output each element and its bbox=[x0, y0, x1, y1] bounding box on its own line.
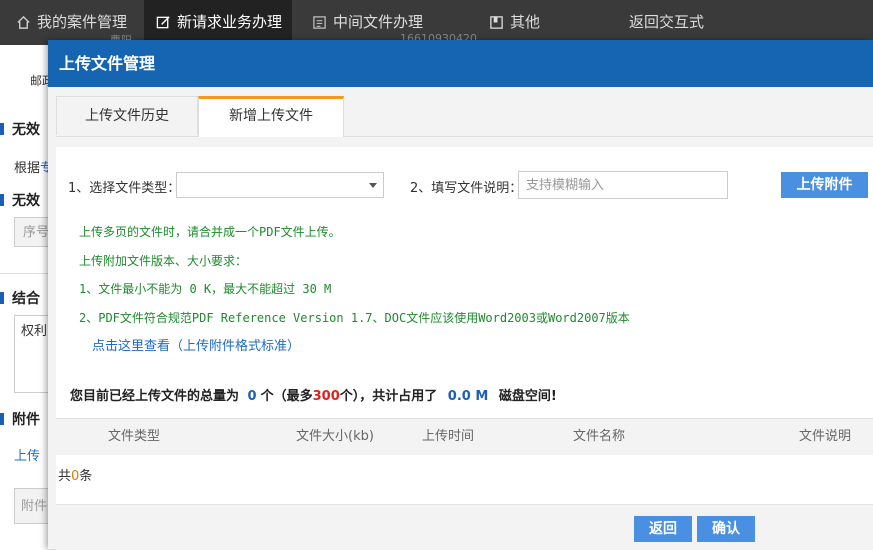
col-file-type[interactable]: 文件类型 bbox=[108, 419, 160, 455]
note-version: 2、PDF文件符合规范PDF Reference Version 1.7、DOC… bbox=[79, 311, 630, 325]
format-standard-link[interactable]: 点击这里查看（上传附件格式标准） bbox=[92, 335, 300, 354]
summary-size: 0.0 M bbox=[447, 389, 489, 404]
edit-icon bbox=[156, 16, 170, 29]
dialog-footer: 返回 确认 bbox=[56, 504, 873, 550]
nav-label: 新请求业务办理 bbox=[177, 13, 283, 31]
col-upload-time[interactable]: 上传时间 bbox=[422, 419, 474, 455]
summary-prefix: 您目前已经上传文件的总量为 bbox=[70, 389, 240, 404]
count-prefix: 共 bbox=[58, 469, 72, 484]
bg-basis-label: 根据 bbox=[14, 161, 41, 176]
summary-suffix: 磁盘空间! bbox=[498, 389, 557, 404]
new-upload-panel: 1、选择文件类型： 2、填写文件说明： 上传附件 上传多页的文件时，请合并成一个… bbox=[56, 147, 873, 550]
upload-summary: 您目前已经上传文件的总量为 0 个（最多300个），共计占用了 0.0 M 磁盘空… bbox=[70, 385, 557, 404]
record-count: 共0条 bbox=[58, 465, 92, 484]
nav-label: 其他 bbox=[510, 13, 541, 31]
col-file-name[interactable]: 文件名称 bbox=[573, 419, 625, 455]
nav-new-request[interactable]: 新请求业务办理 bbox=[144, 0, 292, 45]
confirm-button[interactable]: 确认 bbox=[697, 516, 755, 542]
table-header: 文件类型 文件大小(kb) 上传时间 文件名称 文件说明 bbox=[56, 418, 873, 455]
tab-upload-history[interactable]: 上传文件历史 bbox=[56, 96, 198, 135]
tab-bar: 上传文件历史 新增上传文件 bbox=[56, 96, 873, 137]
document-icon bbox=[313, 16, 326, 29]
file-type-select[interactable] bbox=[176, 172, 384, 198]
divider bbox=[0, 273, 48, 274]
bg-seq-label: 序号 bbox=[23, 225, 50, 240]
bg-attach-label: 附件 bbox=[21, 499, 48, 514]
note-merge-pdf: 上传多页的文件时，请合并成一个PDF文件上传。 bbox=[79, 225, 341, 239]
summary-count: 0 bbox=[247, 389, 257, 404]
nav-label: 返回交互式 bbox=[629, 13, 705, 31]
upload-file-dialog: 上传文件管理 上传文件历史 新增上传文件 1、选择文件类型： 2、填写文件说明：… bbox=[48, 40, 873, 550]
note-requirements: 上传附加文件版本、大小要求： bbox=[79, 254, 248, 268]
bg-claims-text: 权利 bbox=[21, 324, 48, 339]
bg-section-attachment: 附件 bbox=[0, 409, 40, 429]
file-desc-input[interactable] bbox=[518, 171, 728, 199]
note-size-limit: 1、文件最小不能为 0 K，最大不能超过 30 M bbox=[79, 282, 332, 296]
dialog-title-bar[interactable]: 上传文件管理 bbox=[48, 40, 873, 87]
dialog-body: 上传文件历史 新增上传文件 1、选择文件类型： 2、填写文件说明： 上传附件 上… bbox=[48, 87, 873, 550]
col-file-desc[interactable]: 文件说明 bbox=[799, 419, 851, 455]
nav-back-interactive[interactable]: 返回交互式 bbox=[629, 0, 704, 45]
file-desc-label: 2、填写文件说明： bbox=[410, 181, 523, 196]
file-type-label: 1、选择文件类型： bbox=[68, 181, 181, 196]
count-suffix: 条 bbox=[79, 469, 93, 484]
summary-mid2: 个），共计占用了 bbox=[339, 389, 438, 404]
bg-upload-link[interactable]: 上传 bbox=[14, 445, 40, 464]
summary-max: 300 bbox=[312, 389, 340, 404]
tab-new-upload[interactable]: 新增上传文件 bbox=[198, 96, 344, 137]
nav-other[interactable]: 其他 bbox=[489, 0, 540, 45]
upload-attachment-button[interactable]: 上传附件 bbox=[781, 172, 868, 198]
summary-mid1: 个（最多 bbox=[260, 389, 313, 404]
tab-label: 新增上传文件 bbox=[229, 108, 313, 124]
book-icon bbox=[490, 16, 503, 29]
back-button[interactable]: 返回 bbox=[634, 516, 692, 542]
home-icon bbox=[17, 15, 30, 29]
bg-section-combine: 结合 bbox=[0, 288, 40, 308]
dialog-title: 上传文件管理 bbox=[59, 54, 156, 73]
bg-section-invalid-2: 无效 bbox=[0, 190, 40, 210]
col-file-size[interactable]: 文件大小(kb) bbox=[296, 419, 374, 455]
dropdown-arrow-icon bbox=[369, 183, 377, 188]
tab-label: 上传文件历史 bbox=[85, 108, 169, 124]
bg-section-invalid-1: 无效 bbox=[0, 119, 40, 139]
